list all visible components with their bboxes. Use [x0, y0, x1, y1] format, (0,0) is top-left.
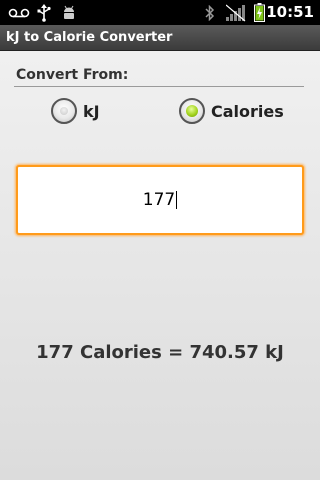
section-divider	[14, 86, 304, 87]
value-input-text: 177	[142, 190, 176, 210]
radio-button-checked-icon[interactable]	[179, 98, 205, 124]
status-bar: 10:51	[0, 0, 320, 25]
bluetooth-icon	[203, 0, 217, 25]
android-debug-icon	[60, 0, 78, 25]
text-cursor	[176, 191, 178, 209]
title-bar: kJ to Calorie Converter	[0, 25, 320, 51]
value-input[interactable]: 177	[16, 165, 304, 235]
signal-icon	[225, 0, 247, 25]
radio-calories[interactable]: Calories	[179, 95, 284, 127]
conversion-result: 177 Calories = 740.57 kJ	[36, 342, 284, 363]
radio-kj[interactable]: kJ	[51, 95, 100, 127]
radio-kj-label: kJ	[83, 101, 100, 121]
status-time: 10:51	[266, 3, 314, 21]
app-title: kJ to Calorie Converter	[6, 30, 173, 45]
main-content: Convert From: kJ Calories 177 177 Calori…	[0, 51, 320, 480]
radio-calories-label: Calories	[211, 101, 284, 121]
convert-from-label: Convert From:	[16, 67, 129, 83]
radio-button-unchecked-icon[interactable]	[51, 98, 77, 124]
voicemail-icon	[8, 0, 30, 25]
usb-icon	[36, 0, 52, 25]
battery-charging-icon	[252, 0, 266, 25]
